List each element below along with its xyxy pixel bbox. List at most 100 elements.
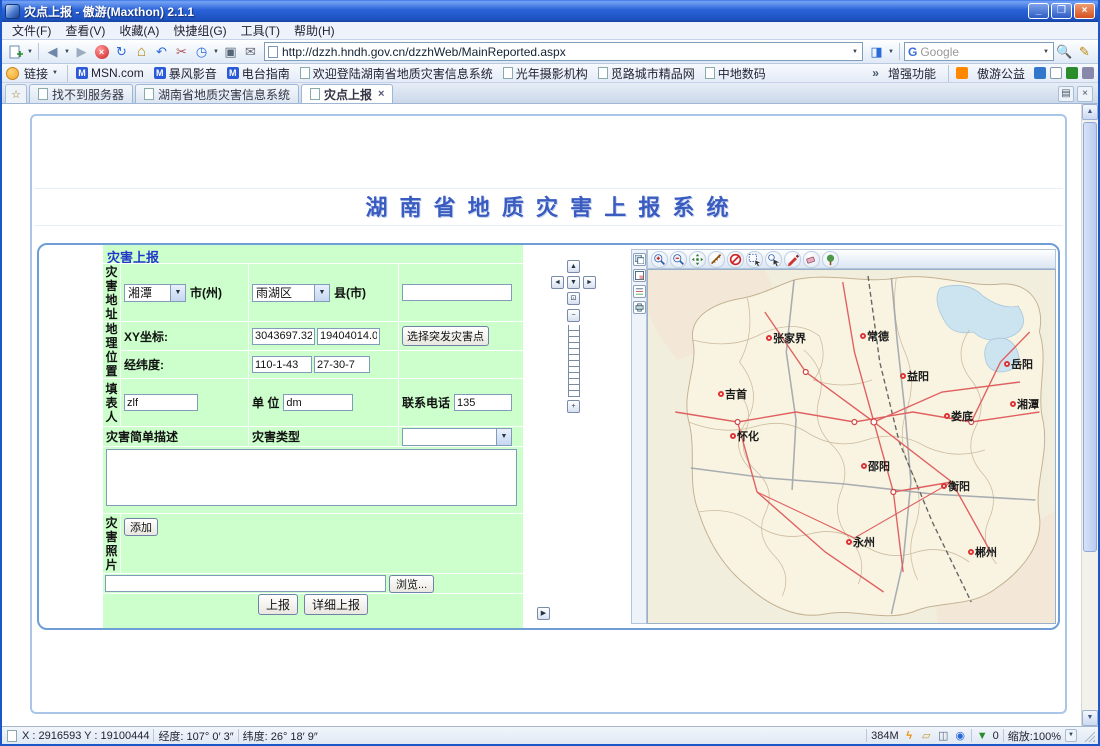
map-select-rect-icon[interactable] <box>746 251 763 268</box>
description-textarea[interactable] <box>106 449 517 506</box>
new-tab-caret-icon[interactable]: ▼ <box>26 49 34 55</box>
stop-icon[interactable]: × <box>92 42 111 61</box>
disaster-type-select[interactable]: ▼ <box>402 428 512 446</box>
links-overflow-icon[interactable]: » <box>872 66 879 80</box>
legend-icon[interactable] <box>633 285 646 298</box>
search-engine-caret-icon[interactable]: ▼ <box>1042 49 1050 55</box>
link-msn[interactable]: MMSN.com <box>71 66 149 80</box>
map-measure-distance-icon[interactable] <box>708 251 725 268</box>
photo-file-input[interactable] <box>105 575 386 592</box>
smart-fill-icon[interactable]: ◨ <box>867 42 886 61</box>
y-coordinate-input[interactable] <box>317 328 380 345</box>
address-input[interactable] <box>282 45 851 59</box>
map-pan-icon[interactable] <box>689 251 706 268</box>
maximize-button[interactable]: ❐ <box>1051 3 1072 19</box>
tab-disaster-report[interactable]: 灾点上报 × <box>301 84 393 103</box>
map-zoom-out-icon[interactable] <box>670 251 687 268</box>
charity-icon[interactable] <box>956 67 968 79</box>
filler-name-input[interactable] <box>124 394 198 411</box>
tab-close-icon[interactable]: × <box>378 88 384 100</box>
enhance-menu[interactable]: 增强功能 <box>883 65 941 82</box>
capture-icon[interactable]: ▣ <box>221 42 240 61</box>
unit-input[interactable] <box>283 394 353 411</box>
proxy-icon[interactable]: ◫ <box>937 729 950 742</box>
boost-icon[interactable]: ϟ <box>903 729 916 742</box>
mail-icon[interactable]: ✉ <box>241 42 260 61</box>
map-full-extent-icon[interactable] <box>822 251 839 268</box>
add-photo-button[interactable]: 添加 <box>124 518 158 536</box>
zoom-menu-icon[interactable]: ▼ <box>1065 729 1077 742</box>
county-select[interactable]: 雨湖区▼ <box>252 284 330 302</box>
tab-bar-close-icon[interactable]: × <box>1077 86 1093 102</box>
zoom-level[interactable]: 缩放:100% <box>1008 728 1061 744</box>
ad-block-shield-icon[interactable]: ▼ <box>976 729 989 742</box>
search-input[interactable] <box>920 45 1042 59</box>
search-go-icon[interactable]: 🔍 <box>1055 42 1074 61</box>
map-clear-selection-icon[interactable] <box>727 251 744 268</box>
pan-left-icon[interactable]: ◄ <box>551 276 564 289</box>
close-button[interactable]: × <box>1074 3 1095 19</box>
layers-icon[interactable] <box>633 253 646 266</box>
new-tab-icon[interactable] <box>6 42 25 61</box>
link-radio[interactable]: M电台指南 <box>222 65 295 82</box>
submit-button[interactable]: 上报 <box>258 594 298 615</box>
link-baofeng[interactable]: M暴风影音 <box>149 65 222 82</box>
skin-icon[interactable] <box>1050 67 1062 79</box>
back-icon[interactable]: ◀ <box>43 42 62 61</box>
menu-help[interactable]: 帮助(H) <box>287 21 342 40</box>
pan-right-icon[interactable]: ► <box>583 276 596 289</box>
scroll-up-icon[interactable]: ▲ <box>1082 104 1098 120</box>
home-icon[interactable]: ⌂ <box>132 42 151 61</box>
address-dropdown-icon[interactable]: ▼ <box>851 49 859 55</box>
minimize-button[interactable]: _ <box>1028 3 1049 19</box>
phone-input[interactable] <box>454 394 512 411</box>
link-hunan-geo[interactable]: 欢迎登陆湖南省地质灾害信息系统 <box>295 65 498 82</box>
map-erase-icon[interactable] <box>803 251 820 268</box>
history-caret-icon[interactable]: ▼ <box>212 49 220 55</box>
undo-icon[interactable]: ↶ <box>152 42 171 61</box>
print-map-icon[interactable] <box>633 301 646 314</box>
favorites-star-icon[interactable]: ☆ <box>5 84 27 103</box>
pan-down-icon[interactable]: ▼ <box>567 276 580 289</box>
collapse-panel-icon[interactable]: ▶ <box>537 607 550 620</box>
zoom-slider[interactable] <box>568 325 580 397</box>
x-coordinate-input[interactable] <box>252 328 315 345</box>
map-select-point-icon[interactable] <box>765 251 782 268</box>
back-caret-icon[interactable]: ▼ <box>63 49 71 55</box>
download-icon[interactable] <box>1066 67 1078 79</box>
history-icon[interactable]: ◷ <box>192 42 211 61</box>
menu-tools[interactable]: 工具(T) <box>234 21 287 40</box>
zoom-out-slider-icon[interactable]: − <box>567 309 580 322</box>
longitude-input[interactable] <box>252 356 312 373</box>
city-select[interactable]: 湘潭▼ <box>124 284 186 302</box>
highlight-icon[interactable]: ✎ <box>1075 42 1094 61</box>
menu-favorites[interactable]: 收藏(A) <box>112 21 166 40</box>
tab-geo-info-system[interactable]: 湖南省地质灾害信息系统 <box>135 84 299 103</box>
snap-icon[interactable]: ✂ <box>172 42 191 61</box>
refresh-icon[interactable]: ↻ <box>112 42 131 61</box>
folder-icon[interactable]: ▱ <box>920 729 933 742</box>
resize-grip[interactable] <box>1083 730 1095 742</box>
smiley-icon[interactable] <box>6 67 19 80</box>
full-view-icon[interactable]: ⊡ <box>567 292 580 305</box>
plugin-icon[interactable] <box>1082 67 1094 79</box>
pan-up-icon[interactable]: ▲ <box>567 260 580 273</box>
browse-button[interactable]: 浏览... <box>389 575 434 593</box>
link-zhongdi[interactable]: 中地数码 <box>700 65 771 82</box>
forward-icon[interactable]: ▶ <box>72 42 91 61</box>
map-draw-redline-icon[interactable] <box>784 251 801 268</box>
links-menu[interactable]: 链接▼ <box>19 65 64 82</box>
overview-map-icon[interactable] <box>633 269 646 282</box>
scrollbar-thumb[interactable] <box>1083 122 1097 552</box>
eye-icon[interactable]: ◉ <box>954 729 967 742</box>
charity-link[interactable]: 傲游公益 <box>972 65 1030 82</box>
pick-disaster-point-button[interactable]: 选择突发灾害点 <box>402 326 489 346</box>
map-zoom-in-icon[interactable] <box>651 251 668 268</box>
link-city[interactable]: 觅路城市精品网 <box>593 65 700 82</box>
latitude-input[interactable] <box>314 356 370 373</box>
detail-submit-button[interactable]: 详细上报 <box>304 594 368 615</box>
search-box[interactable]: G ▼ <box>904 42 1054 61</box>
address-bar[interactable]: ▼ <box>264 42 863 61</box>
menu-file[interactable]: 文件(F) <box>5 21 58 40</box>
vertical-scrollbar[interactable]: ▲ ▼ <box>1081 104 1098 726</box>
